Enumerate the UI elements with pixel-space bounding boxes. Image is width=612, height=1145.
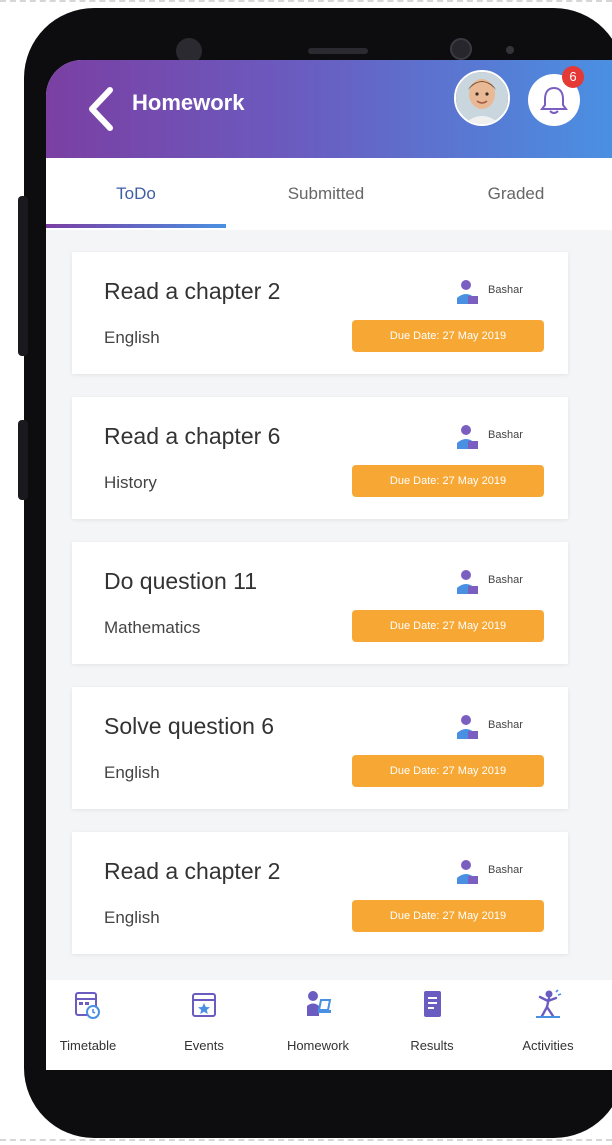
teacher-icon (457, 860, 478, 884)
app-header: Homework 6 (46, 60, 612, 158)
tab-graded[interactable]: Graded (426, 158, 606, 230)
nav-events[interactable]: Events (156, 980, 252, 1070)
teacher-name: Bashar (488, 864, 523, 876)
due-date-badge: Due Date: 27 May 2019 (352, 900, 544, 932)
page-title: Homework (132, 90, 245, 115)
chevron-left-icon (89, 87, 113, 131)
results-sheet-icon (424, 991, 441, 1017)
back-button[interactable] (84, 84, 118, 134)
app-screen: Homework 6 ToDo Submitted Graded Read a … (46, 60, 612, 1070)
due-date-badge: Due Date: 27 May 2019 (352, 465, 544, 497)
due-date-badge: Due Date: 27 May 2019 (352, 755, 544, 787)
homework-card[interactable]: Solve question 6 English Bashar Due Date… (72, 687, 568, 809)
speaker-grille (308, 48, 368, 54)
nav-activities[interactable]: Activities (500, 980, 596, 1070)
teacher-icon (457, 280, 478, 304)
activity-person-icon (536, 989, 562, 1018)
nav-label: Results (410, 1038, 454, 1053)
homework-title: Solve question 6 (104, 713, 275, 739)
volume-button (18, 196, 28, 356)
tab-submitted[interactable]: Submitted (236, 158, 416, 230)
calendar-star-icon (192, 993, 216, 1017)
nav-timetable[interactable]: Timetable (46, 980, 136, 1070)
teacher-name: Bashar (488, 574, 523, 586)
user-avatar-icon (456, 72, 508, 124)
homework-subject: History (104, 473, 157, 492)
homework-tabs: ToDo Submitted Graded (46, 158, 612, 230)
homework-title: Read a chapter 2 (104, 278, 281, 304)
homework-card[interactable]: Read a chapter 2 English Bashar Due Date… (72, 252, 568, 374)
teacher-name: Bashar (488, 284, 523, 296)
nav-homework[interactable]: Homework (270, 980, 366, 1070)
teacher-name: Bashar (488, 429, 523, 441)
proximity-sensor (450, 38, 472, 60)
nav-results[interactable]: Results (384, 980, 480, 1070)
teacher-icon (457, 570, 478, 594)
bottom-border-line (0, 1139, 612, 1141)
teacher-icon (457, 425, 478, 449)
due-date-badge: Due Date: 27 May 2019 (352, 320, 544, 352)
nav-label: Timetable (59, 1038, 117, 1053)
nav-label: Events (184, 1038, 224, 1053)
calendar-clock-icon (75, 992, 100, 1019)
nav-label: Homework (286, 1038, 350, 1053)
homework-card[interactable]: Read a chapter 6 History Bashar Due Date… (72, 397, 568, 519)
homework-subject: Mathematics (104, 618, 201, 637)
homework-title: Read a chapter 2 (104, 858, 281, 884)
teacher-icon (457, 715, 478, 739)
light-sensor (506, 46, 514, 54)
teacher-name: Bashar (488, 719, 523, 731)
nav-label: Activities (522, 1038, 574, 1053)
due-date-badge: Due Date: 27 May 2019 (352, 610, 544, 642)
student-desk-icon (307, 991, 332, 1016)
bottom-navigation: Timetable Events Homework Results Activi… (46, 980, 612, 1070)
homework-card[interactable]: Do question 11 Mathematics Bashar Due Da… (72, 542, 568, 664)
homework-subject: English (104, 763, 160, 782)
notification-count-badge: 6 (562, 66, 584, 88)
homework-card[interactable]: Read a chapter 2 English Bashar Due Date… (72, 832, 568, 954)
homework-subject: English (104, 908, 160, 927)
homework-title: Do question 11 (104, 568, 258, 594)
homework-subject: English (104, 328, 160, 347)
active-tab-indicator (46, 224, 226, 228)
tab-todo[interactable]: ToDo (46, 158, 226, 230)
bixby-button (18, 420, 28, 500)
homework-title: Read a chapter 6 (104, 423, 281, 449)
top-border-line (0, 0, 612, 2)
avatar[interactable] (454, 70, 510, 126)
